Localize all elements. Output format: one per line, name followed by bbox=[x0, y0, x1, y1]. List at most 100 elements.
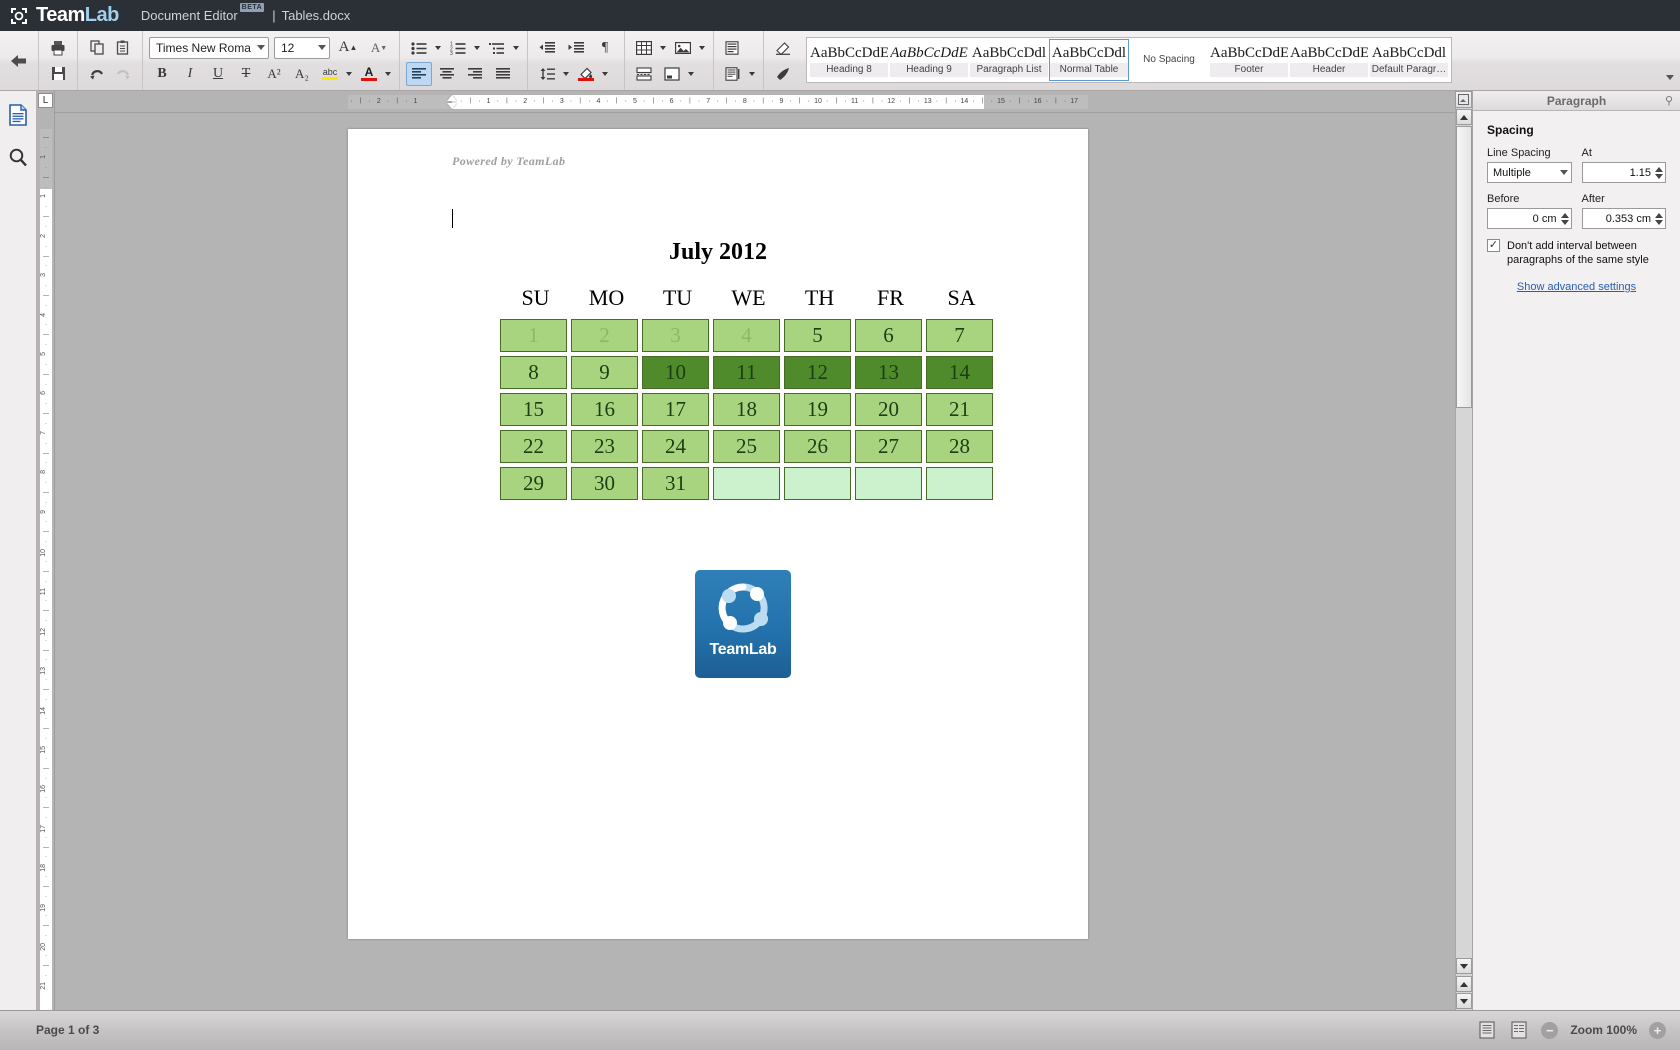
calendar-day-cell[interactable] bbox=[713, 467, 780, 500]
calendar-day-cell[interactable]: 9 bbox=[571, 356, 638, 389]
calendar-day-cell[interactable]: 22 bbox=[500, 430, 567, 463]
chevron-down-icon[interactable] bbox=[699, 45, 705, 50]
chevron-down-icon[interactable] bbox=[688, 71, 694, 76]
calendar-day-cell[interactable]: 14 bbox=[926, 356, 993, 389]
shading-color-icon[interactable] bbox=[573, 62, 599, 86]
increase-font-size-icon[interactable]: A ▲ bbox=[335, 36, 361, 60]
spinner-arrows[interactable] bbox=[1560, 212, 1569, 225]
scroll-down-button[interactable] bbox=[1456, 958, 1472, 974]
copy-icon[interactable] bbox=[84, 36, 110, 60]
chevron-down-icon[interactable] bbox=[563, 71, 569, 76]
calendar-day-cell[interactable]: 26 bbox=[784, 430, 851, 463]
calendar-day-cell[interactable]: 10 bbox=[642, 356, 709, 389]
increase-indent-icon[interactable] bbox=[563, 36, 589, 60]
calendar-day-cell[interactable]: 11 bbox=[713, 356, 780, 389]
calendar-day-cell[interactable]: 16 bbox=[571, 393, 638, 426]
back-arrow-icon[interactable] bbox=[6, 49, 32, 73]
font-color-button[interactable]: A bbox=[356, 62, 382, 86]
calendar-day-cell[interactable]: 7 bbox=[926, 319, 993, 352]
document-pages-icon[interactable] bbox=[4, 101, 32, 129]
spinner-up-icon[interactable] bbox=[1655, 166, 1663, 172]
pin-icon[interactable]: ⚲ bbox=[1665, 94, 1673, 107]
line-spacing-select[interactable]: Multiple bbox=[1487, 162, 1572, 183]
scroll-page-up-button[interactable] bbox=[1456, 976, 1472, 992]
no-interval-checkbox-row[interactable]: ✓ Don't add interval between paragraphs … bbox=[1487, 239, 1666, 267]
highlight-color-button[interactable]: abc bbox=[317, 62, 343, 86]
calendar-day-cell[interactable]: 5 bbox=[784, 319, 851, 352]
tab-stop-selector[interactable]: L bbox=[38, 93, 53, 108]
calendar-day-cell[interactable]: 21 bbox=[926, 393, 993, 426]
calendar-day-cell[interactable]: 4 bbox=[713, 319, 780, 352]
style-item-3[interactable]: AaBbCcDdl Normal Table bbox=[1049, 39, 1129, 81]
scroll-up-button[interactable] bbox=[1456, 109, 1472, 125]
align-right-icon[interactable] bbox=[462, 62, 488, 86]
chevron-down-icon[interactable] bbox=[602, 71, 608, 76]
text-box-icon[interactable] bbox=[659, 62, 685, 86]
align-justify-icon[interactable] bbox=[490, 62, 516, 86]
chevron-down-icon[interactable] bbox=[346, 71, 352, 76]
horizontal-ruler[interactable]: 2 · | · 1 · | · 1 · | · 2 · | · 3 · | · 4 · | · 5 · | · 6 · | · 7 · | · 8 · | ·… bbox=[55, 91, 1472, 113]
calendar-day-cell[interactable]: 1 bbox=[500, 319, 567, 352]
no-interval-checkbox[interactable]: ✓ bbox=[1487, 239, 1500, 252]
scroll-page-down-button[interactable] bbox=[1456, 993, 1472, 1009]
calendar-day-cell[interactable]: 15 bbox=[500, 393, 567, 426]
teamlab-logo-image[interactable]: TeamLab bbox=[695, 570, 791, 678]
strikethrough-button[interactable]: T bbox=[233, 62, 259, 86]
before-spinner[interactable]: 0 cm bbox=[1487, 208, 1572, 229]
spinner-arrows[interactable] bbox=[1655, 166, 1663, 179]
document-page[interactable]: Powered by TeamLab July 2012 SU MO TU WE TH F… bbox=[348, 129, 1088, 939]
paste-icon[interactable] bbox=[110, 36, 136, 60]
reading-view-icon[interactable] bbox=[1509, 1020, 1529, 1040]
spinner-up-icon[interactable] bbox=[1655, 212, 1663, 218]
spinner-down-icon[interactable] bbox=[1655, 219, 1663, 225]
italic-button[interactable]: I bbox=[177, 62, 203, 86]
format-painter-icon[interactable] bbox=[770, 62, 796, 86]
calendar-grid[interactable]: 1 2 3 4 5 6 7 8 9 10 11 12 13 14 15 16 17 18 19 20 21 22 23 24 2… bbox=[500, 319, 997, 504]
redo-icon[interactable] bbox=[110, 62, 136, 86]
calendar-day-cell[interactable]: 18 bbox=[713, 393, 780, 426]
calendar-day-cell[interactable] bbox=[784, 467, 851, 500]
font-size-select[interactable]: 12 bbox=[274, 36, 330, 59]
spinner-down-icon[interactable] bbox=[1560, 219, 1569, 225]
spinner-arrows[interactable] bbox=[1655, 212, 1663, 225]
calendar-day-cell[interactable]: 24 bbox=[642, 430, 709, 463]
calendar-day-cell[interactable] bbox=[855, 467, 922, 500]
undo-icon[interactable] bbox=[84, 62, 110, 86]
numbered-list-icon[interactable]: 123 bbox=[445, 36, 471, 60]
style-item-0[interactable]: AaBbCcDdE Heading 8 bbox=[809, 39, 889, 81]
at-spinner[interactable]: 1.15 bbox=[1581, 162, 1666, 183]
underline-button[interactable]: U bbox=[205, 62, 231, 86]
style-item-1[interactable]: AaBbCcDdE Heading 9 bbox=[889, 39, 969, 81]
calendar-day-cell[interactable]: 31 bbox=[642, 467, 709, 500]
vertical-ruler[interactable]: L 1 — · 1 · — · 2 · — · 3 · — · 4 · — · 5 · — · 6 · — · 7 · — · 8 · — · 9 · —… bbox=[37, 91, 55, 1010]
insert-image-icon[interactable] bbox=[670, 36, 696, 60]
style-item-4[interactable]: No Spacing bbox=[1129, 39, 1209, 81]
chevron-down-icon[interactable] bbox=[513, 45, 519, 50]
gallery-expand-icon[interactable] bbox=[1664, 70, 1676, 84]
calendar-day-cell[interactable]: 20 bbox=[855, 393, 922, 426]
vertical-scrollbar[interactable] bbox=[1455, 91, 1472, 1010]
multilevel-list-icon[interactable] bbox=[484, 36, 510, 60]
superscript-button[interactable]: A² bbox=[261, 62, 287, 86]
calendar-day-cell[interactable]: 6 bbox=[855, 319, 922, 352]
zoom-out-button[interactable]: − bbox=[1541, 1021, 1559, 1039]
style-item-6[interactable]: AaBbCcDdEe Header bbox=[1289, 39, 1369, 81]
calendar-day-cell[interactable]: 23 bbox=[571, 430, 638, 463]
clear-style-icon[interactable] bbox=[770, 36, 796, 60]
calendar-day-cell[interactable]: 27 bbox=[855, 430, 922, 463]
hanging-indent-marker[interactable] bbox=[447, 103, 457, 109]
print-icon[interactable] bbox=[45, 36, 71, 60]
style-item-7[interactable]: AaBbCcDdl Default Paragr… bbox=[1369, 39, 1449, 81]
calendar-day-cell[interactable]: 19 bbox=[784, 393, 851, 426]
chevron-down-icon[interactable] bbox=[435, 45, 441, 50]
line-spacing-icon[interactable] bbox=[534, 62, 560, 86]
calendar-day-cell[interactable]: 3 bbox=[642, 319, 709, 352]
page-settings-icon[interactable] bbox=[720, 62, 746, 86]
first-line-indent-marker[interactable] bbox=[447, 95, 457, 101]
subscript-button[interactable]: A₂ bbox=[289, 62, 315, 86]
show-advanced-settings-link[interactable]: Show advanced settings bbox=[1487, 281, 1666, 293]
search-icon[interactable] bbox=[4, 143, 32, 171]
bulleted-list-icon[interactable] bbox=[406, 36, 432, 60]
scroll-thumb[interactable] bbox=[1456, 126, 1472, 408]
calendar-day-cell[interactable]: 12 bbox=[784, 356, 851, 389]
